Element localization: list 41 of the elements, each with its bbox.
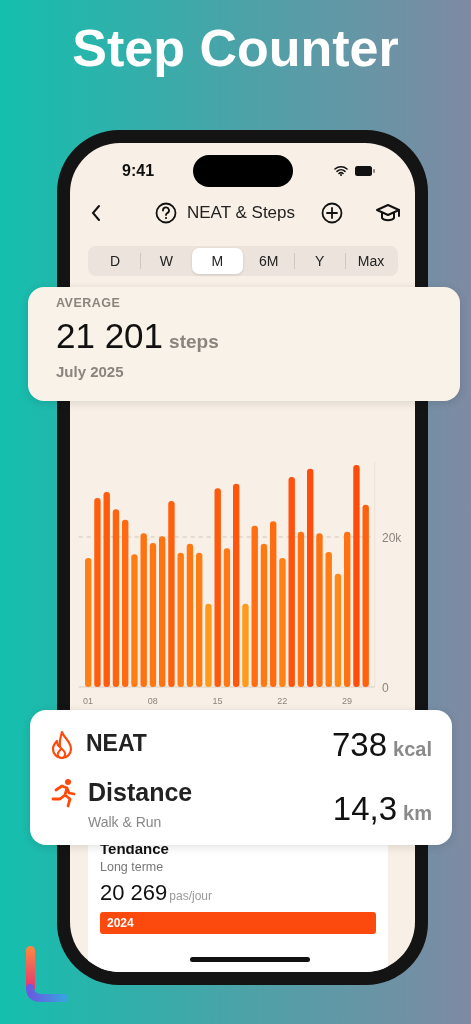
logo-icon [24,944,68,1002]
x-tick-label: 08 [147,696,158,705]
runner-icon [50,778,76,808]
metric-unit: kcal [393,738,432,761]
average-period: July 2025 [56,363,125,380]
add-icon[interactable] [321,202,344,224]
metric-value: 738 [332,726,388,764]
period-tab[interactable]: D [90,248,141,274]
x-tick-label: 22 [277,696,288,705]
trend-value: 20 269 [100,880,168,906]
metric-name: NEAT [86,730,147,757]
year-label: 2024 [107,916,134,930]
back-icon[interactable] [90,204,102,222]
period-tab[interactable]: W [141,248,192,274]
period-tab[interactable]: M [192,248,243,274]
x-tick-label: 15 [212,696,223,705]
y-tick-label: 0 [382,681,389,695]
wifi-icon [334,165,348,176]
status-time: 9:41 [122,162,155,180]
graduation-cap-icon[interactable] [375,202,402,224]
trend-title: Tendance [100,840,170,857]
screen-title: NEAT & Steps [187,203,296,223]
x-tick-label: 29 [342,696,352,705]
trend-subtitle: Long terme [100,860,165,874]
period-tab[interactable]: Max [345,248,397,274]
page-title: Step Counter [72,18,399,79]
average-label: AVERAGE [56,296,122,310]
average-value: 21 201 [56,316,164,356]
metric-value: 14,3 [332,790,398,828]
metric-subtitle: Walk & Run [88,814,163,830]
period-tab[interactable]: 6M [243,248,294,274]
average-unit: steps [169,331,219,353]
metric-name: Distance [88,778,193,807]
help-icon[interactable] [155,202,177,224]
period-tab[interactable]: Y [294,248,345,274]
y-tick-label: 20k [382,531,402,545]
x-tick-label: 01 [83,696,93,705]
flame-icon [50,730,74,760]
battery-icon [355,165,375,176]
trend-unit: pas/jour [169,889,212,903]
metric-unit: km [403,802,432,825]
